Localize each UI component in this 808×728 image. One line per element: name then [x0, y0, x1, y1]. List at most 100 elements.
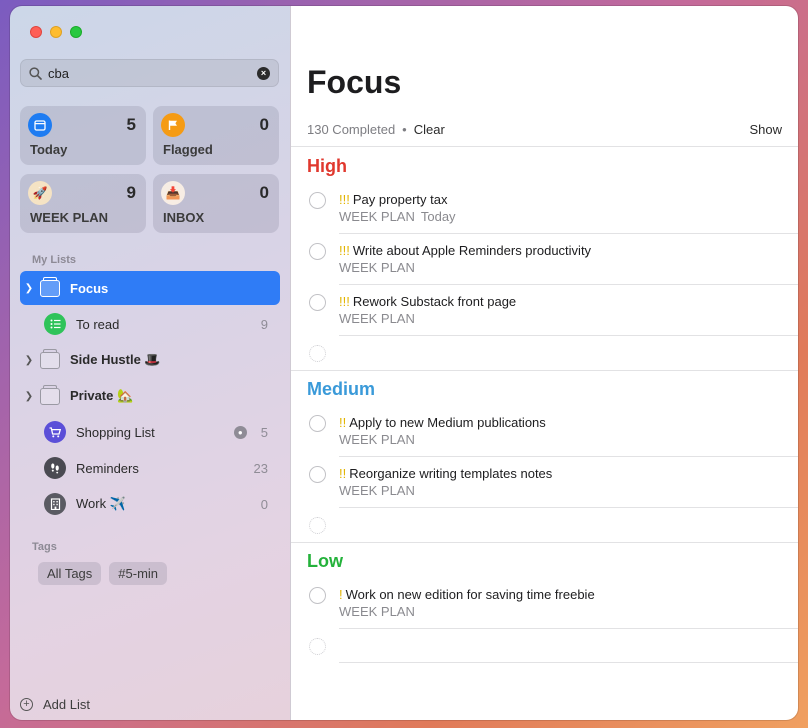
minimize-window-button[interactable]: [50, 26, 62, 38]
list-count: 9: [260, 316, 268, 332]
new-task-placeholder-circle[interactable]: [309, 517, 326, 534]
new-task-placeholder-circle[interactable]: [309, 345, 326, 362]
task-list-name: WEEK PLAN: [339, 483, 415, 498]
zoom-window-button[interactable]: [70, 26, 82, 38]
list-name: Reminders: [76, 460, 139, 476]
smart-list-today[interactable]: 5 Today: [20, 106, 146, 165]
sidebar-item-focus[interactable]: ❯ Focus: [20, 271, 280, 305]
sidebar-item-private[interactable]: ❯ Private 🏡: [20, 379, 280, 413]
add-list-button[interactable]: + Add List: [20, 697, 90, 712]
task-title[interactable]: ! Work on new edition for saving time fre…: [339, 587, 595, 602]
task-due-date: Today: [420, 209, 456, 224]
task-list-name: WEEK PLAN: [339, 432, 415, 447]
folder-icon: [40, 348, 60, 369]
list-name: Work ✈️: [76, 496, 126, 511]
complete-checkbox[interactable]: [309, 243, 326, 260]
task-title[interactable]: !! Reorganize writing templates notes: [339, 466, 552, 481]
clear-completed-button[interactable]: Clear: [414, 122, 445, 137]
sidebar-item-work[interactable]: Work ✈️ 0: [20, 487, 280, 521]
divider: [339, 662, 798, 663]
new-task-placeholder-circle[interactable]: [309, 638, 326, 655]
chevron-right-icon[interactable]: ❯: [20, 355, 38, 366]
group-title-high: High: [307, 156, 347, 176]
sidebar-item-side-hustle[interactable]: ❯ Side Hustle 🎩: [20, 343, 280, 377]
sidebar-item-shopping-list[interactable]: Shopping List ● 5: [20, 415, 280, 449]
smart-list-count: 0: [259, 115, 269, 134]
priority-marker: !!: [339, 466, 347, 481]
priority-marker: !!!: [339, 243, 350, 258]
task-subtitle: WEEK PLAN: [339, 260, 415, 275]
close-window-button[interactable]: [30, 26, 42, 38]
flag-icon: [161, 113, 185, 137]
chevron-right-icon[interactable]: ❯: [20, 283, 38, 294]
tag-5-min[interactable]: #5-min: [109, 562, 168, 585]
list-name: Shopping List: [76, 424, 155, 440]
task-row[interactable]: !!! Rework Substack front page WEEK PLAN: [307, 288, 798, 338]
task-title[interactable]: !!! Write about Apple Reminders productiv…: [339, 243, 591, 258]
page-title: Focus: [307, 64, 402, 100]
group-title-medium: Medium: [307, 379, 376, 399]
priority-marker: !!: [339, 415, 347, 430]
task-title-text: Work on new edition for saving time free…: [345, 587, 595, 602]
my-lists-heading: My Lists: [32, 254, 77, 266]
complete-checkbox[interactable]: [309, 192, 326, 209]
new-task-row[interactable]: [307, 632, 798, 682]
search-input[interactable]: [48, 65, 257, 81]
shared-person-icon: ●: [233, 425, 247, 439]
show-completed-button[interactable]: Show: [749, 122, 782, 137]
priority-marker: !!!: [339, 192, 350, 207]
sidebar-item-reminders[interactable]: Reminders 23: [20, 451, 280, 485]
divider: [339, 507, 798, 508]
sidebar-item-to-read[interactable]: To read 9: [20, 307, 280, 341]
list-bullets-icon: [44, 313, 66, 335]
divider: [339, 284, 798, 285]
tag-list: All Tags #5-min: [38, 562, 168, 585]
divider: [291, 146, 798, 147]
task-title-text: Apply to new Medium publications: [349, 415, 546, 430]
smart-list-label: Flagged: [163, 142, 213, 157]
complete-checkbox[interactable]: [309, 587, 326, 604]
reminders-window: × 5 Today 0 Flagged 🚀 9 WEEK PLAN: [10, 6, 798, 720]
task-row[interactable]: ! Work on new edition for saving time fre…: [307, 581, 798, 631]
smart-list-label: Today: [30, 142, 68, 157]
task-row[interactable]: !!! Pay property tax WEEK PLAN Today: [307, 186, 798, 236]
footprints-icon: [44, 457, 66, 479]
smart-list-count: 0: [259, 183, 269, 202]
smart-list-flagged[interactable]: 0 Flagged: [153, 106, 279, 165]
tag-all-tags[interactable]: All Tags: [38, 562, 102, 585]
complete-checkbox[interactable]: [309, 466, 326, 483]
list-name: Focus: [70, 280, 109, 296]
new-task-row[interactable]: [307, 511, 798, 561]
complete-checkbox[interactable]: [309, 415, 326, 432]
task-list-name: WEEK PLAN: [339, 260, 415, 275]
task-list-name: WEEK PLAN: [339, 311, 415, 326]
folder-icon: [40, 276, 60, 297]
task-list-name: WEEK PLAN: [339, 604, 415, 619]
smart-list-week-plan[interactable]: 🚀 9 WEEK PLAN: [20, 174, 146, 233]
task-row[interactable]: !!! Write about Apple Reminders productiv…: [307, 237, 798, 287]
task-subtitle: WEEK PLAN Today: [339, 209, 456, 224]
smart-list-count: 5: [126, 115, 136, 134]
task-row[interactable]: !! Reorganize writing templates notes WEE…: [307, 460, 798, 510]
rocket-icon: 🚀: [28, 181, 52, 205]
smart-list-label: WEEK PLAN: [30, 210, 108, 225]
task-subtitle: WEEK PLAN: [339, 483, 415, 498]
window-controls: [30, 26, 82, 38]
search-field[interactable]: ×: [20, 59, 279, 87]
task-list-name: WEEK PLAN: [339, 209, 415, 224]
folder-icon: [40, 384, 60, 405]
task-row[interactable]: !! Apply to new Medium publications WEEK …: [307, 409, 798, 459]
clear-search-icon[interactable]: ×: [257, 66, 270, 80]
new-task-row[interactable]: [307, 339, 798, 389]
smart-list-inbox[interactable]: 📥 0 INBOX: [153, 174, 279, 233]
smart-list-count: 9: [126, 183, 136, 202]
complete-checkbox[interactable]: [309, 294, 326, 311]
chevron-right-icon[interactable]: ❯: [20, 391, 38, 402]
search-icon: [29, 66, 42, 80]
list-count: 23: [253, 460, 268, 476]
task-subtitle: WEEK PLAN: [339, 604, 415, 619]
reminder-list-pane: Focus 130 Completed • Clear Show High !!…: [291, 6, 798, 720]
task-title[interactable]: !!! Pay property tax: [339, 192, 448, 207]
task-title[interactable]: !!! Rework Substack front page: [339, 294, 516, 309]
task-title[interactable]: !! Apply to new Medium publications: [339, 415, 546, 430]
